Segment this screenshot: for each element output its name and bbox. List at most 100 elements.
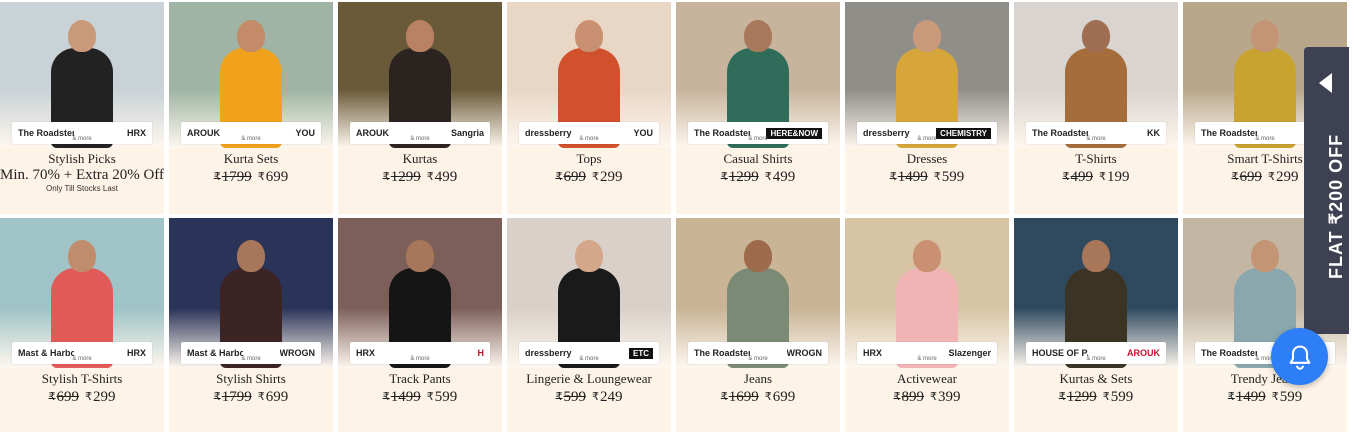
rupee-symbol: ₹ xyxy=(930,391,937,403)
price-row: ₹1299 ₹599 xyxy=(1059,387,1134,407)
sale-price-value: 299 xyxy=(600,169,623,185)
original-price-value: 1799 xyxy=(221,169,252,185)
tile-image: The Roadster Life Co.& more KK xyxy=(1014,2,1178,148)
original-price: ₹499 xyxy=(1063,169,1094,185)
model-head xyxy=(68,240,96,272)
brand-logo-left: HRX xyxy=(863,348,883,358)
category-tile[interactable]: AROUK & more YOU Kurta Sets ₹1799 ₹699 xyxy=(169,2,333,214)
category-tile[interactable]: The Roadster Life Co.& more HRX Stylish Pi… xyxy=(0,2,164,214)
brand-logo-right: WROGN xyxy=(786,348,823,358)
model-head xyxy=(575,20,603,52)
category-tile[interactable]: HRX & more Slazenger Activewear ₹899 ₹399 xyxy=(845,218,1009,432)
brand-logo-left: The Roadster Life Co. xyxy=(1032,128,1088,138)
sale-price: ₹399 xyxy=(930,389,961,405)
price-row: ₹1799 ₹699 xyxy=(214,167,289,187)
brand-logo-strip: dressberry & more CHEMISTRY xyxy=(857,122,997,144)
category-tile[interactable]: The Roadster Life Co.& moreHERE&NOW Casua… xyxy=(676,2,840,214)
offer-text: Min. 70% + Extra 20% Off xyxy=(0,167,164,183)
sale-price-value: 699 xyxy=(772,389,796,405)
category-tile[interactable]: dressberry & more ETC Lingerie & Loungewear… xyxy=(507,218,671,432)
price-row: ₹1499 ₹599 xyxy=(383,387,458,407)
category-tile[interactable]: Mast & Harbour& more WROGN Stylish Shirts ₹… xyxy=(169,218,333,432)
sale-price-value: 249 xyxy=(600,389,623,405)
chevron-left-icon xyxy=(1319,73,1332,93)
original-price: ₹1299 xyxy=(383,169,421,185)
brand-logo-strip: AROUK & more YOU xyxy=(181,122,321,144)
category-tile[interactable]: AROUK & more Sangria Kurtas ₹1299 ₹499 xyxy=(338,2,502,214)
tile-info: Stylish Picks Min. 70% + Extra 20% Off Onl… xyxy=(0,148,164,214)
brand-logo-right: YOU xyxy=(633,128,653,138)
model-head xyxy=(1082,20,1110,52)
sale-price-value: 599 xyxy=(941,169,965,185)
tile-image: HOUSE OF PATAUDI& more AROUK xyxy=(1014,218,1178,368)
category-label: Stylish Picks xyxy=(48,151,116,166)
tile-image: Mast & Harbour& more HRX xyxy=(0,218,164,368)
category-tile[interactable]: dressberry & more YOU Tops ₹699 ₹299 xyxy=(507,2,671,214)
original-price-value: 1299 xyxy=(1066,389,1097,405)
category-label: Kurta Sets xyxy=(223,151,279,166)
sale-price: ₹599 xyxy=(427,389,458,405)
brand-logo-right: CHEMISTRY xyxy=(936,127,991,139)
sale-price-value: 699 xyxy=(265,169,289,185)
sale-price: ₹299 xyxy=(85,389,116,405)
sale-price: ₹299 xyxy=(592,169,623,185)
notification-bell-button[interactable] xyxy=(1271,328,1328,385)
category-tile[interactable]: HOUSE OF PATAUDI& more AROUK Kurtas & Sets… xyxy=(1014,218,1178,432)
rupee-symbol: ₹ xyxy=(893,391,901,403)
sale-price: ₹599 xyxy=(1272,389,1303,405)
tile-image: The Roadster Life Co.& moreHERE&NOW xyxy=(676,2,840,148)
category-tile[interactable]: The Roadster Life Co.& more WROGN Jeans ₹16… xyxy=(676,218,840,432)
rupee-symbol: ₹ xyxy=(48,391,56,403)
sale-price-value: 199 xyxy=(1107,169,1130,185)
flat-offer-side-tab[interactable]: FLAT ₹200 OFF xyxy=(1304,47,1349,334)
category-label: T-Shirts xyxy=(1075,151,1117,166)
brand-logo-strip: AROUK & more Sangria xyxy=(350,122,490,144)
more-brands-label: & more xyxy=(410,356,430,362)
brand-logo-right: ETC xyxy=(629,347,653,359)
brand-logo-strip: The Roadster Life Co.& more KK xyxy=(1026,122,1166,144)
original-price-value: 499 xyxy=(1070,169,1094,185)
category-tile[interactable]: Mast & Harbour& more HRX Stylish T-Shirts ₹… xyxy=(0,218,164,432)
model-head xyxy=(1251,240,1279,272)
model-head xyxy=(406,20,434,52)
rupee-symbol: ₹ xyxy=(85,391,92,403)
tile-image: The Roadster Life Co.& more WROGN xyxy=(676,218,840,368)
original-price-value: 1499 xyxy=(390,389,421,405)
rupee-symbol: ₹ xyxy=(720,391,728,403)
rupee-symbol: ₹ xyxy=(1099,171,1106,183)
more-brands-label: & more xyxy=(917,356,937,362)
category-tile[interactable]: The Roadster Life Co.& more KK T-Shirts ₹49… xyxy=(1014,2,1178,214)
more-brands-label: & more xyxy=(1255,136,1275,142)
price-row: ₹1299 ₹499 xyxy=(383,167,458,187)
original-price: ₹699 xyxy=(1232,169,1263,185)
more-brands-label: & more xyxy=(241,356,261,362)
original-price: ₹1699 xyxy=(721,389,759,405)
sale-price: ₹699 xyxy=(258,389,289,405)
price-row: ₹1799 ₹699 xyxy=(214,387,289,407)
price-row: ₹1499 ₹599 xyxy=(1228,387,1303,407)
category-label: Casual Shirts xyxy=(723,151,793,166)
more-brands-label: & more xyxy=(1086,356,1106,362)
sale-price: ₹199 xyxy=(1099,169,1130,185)
rupee-symbol: ₹ xyxy=(213,171,221,183)
brand-logo-left: AROUK xyxy=(356,128,389,138)
sale-price-value: 699 xyxy=(265,389,289,405)
more-brands-label: & more xyxy=(72,136,92,142)
price-row: ₹1499 ₹599 xyxy=(890,167,965,187)
tile-info: Dresses ₹1499 ₹599 xyxy=(845,148,1009,214)
more-brands-label: & more xyxy=(748,136,768,142)
rupee-symbol: ₹ xyxy=(1062,171,1070,183)
category-tile[interactable]: dressberry & more CHEMISTRY Dresses ₹1499 ₹59… xyxy=(845,2,1009,214)
original-price: ₹699 xyxy=(556,169,587,185)
rupee-symbol: ₹ xyxy=(720,171,728,183)
category-label: Track Pants xyxy=(389,371,451,386)
rupee-symbol: ₹ xyxy=(592,171,599,183)
model-head xyxy=(913,240,941,272)
category-tile[interactable]: HRX & more H Track Pants ₹1499 ₹599 xyxy=(338,218,502,432)
tile-image: HRX & more Slazenger xyxy=(845,218,1009,368)
tile-info: Stylish Shirts ₹1799 ₹699 xyxy=(169,368,333,432)
tile-info: Stylish T-Shirts ₹699 ₹299 xyxy=(0,368,164,432)
model-head xyxy=(68,20,96,52)
brand-logo-right: HERE&NOW xyxy=(766,127,822,139)
brand-logo-right: Slazenger xyxy=(948,348,991,358)
